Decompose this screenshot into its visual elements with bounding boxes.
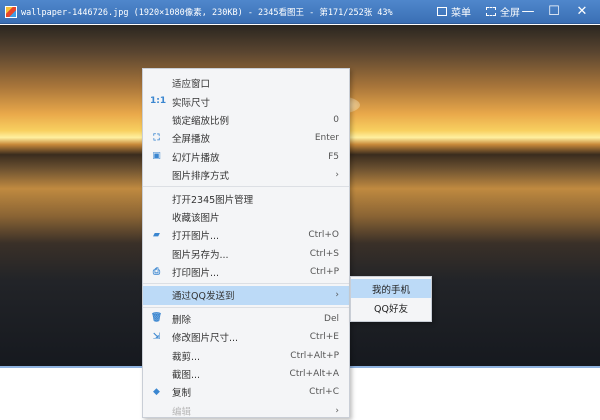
menu-item-shortcut: Ctrl+S [309, 248, 339, 259]
menu-item[interactable]: 收藏该图片 [143, 208, 349, 226]
menu-label: 菜单 [451, 8, 471, 19]
menu-icon [437, 7, 447, 16]
menu-item-label: 图片排序方式 [172, 171, 230, 183]
menu-item[interactable]: 通过QQ发送到 › [143, 286, 349, 305]
menu-item-label: 全屏播放 [172, 134, 211, 146]
menu-item[interactable]: 打开2345图片管理 [143, 189, 349, 207]
submenu-item-qq-friend[interactable]: QQ好友 [351, 298, 431, 317]
qq-submenu: 我的手机 QQ好友 [350, 276, 432, 322]
menu-item-shortcut: Ctrl+P [310, 267, 339, 278]
menu-item[interactable]: ▣ 幻灯片播放 F5 [143, 148, 349, 166]
menu-item-shortcut: › [335, 170, 339, 181]
menu-item-label: 实际尺寸 [172, 97, 211, 109]
menu-item[interactable]: 适应窗口 [143, 74, 349, 92]
window-title: wallpaper-1446726.jpg (1920×1080像素, 230K… [21, 7, 393, 18]
menu-item-label: 截图... [172, 370, 201, 382]
menu-item-shortcut: › [335, 405, 339, 416]
menu-item-icon: 🗑 [150, 313, 163, 324]
context-menu: 适应窗口 1:1 实际尺寸锁定缩放比例 0 ⛶ 全屏播放 Enter ▣ 幻灯片播放 F5 图片排序… [142, 68, 350, 418]
menu-item[interactable]: ◆ 复制 Ctrl+C [143, 383, 349, 401]
menu-item-shortcut: › [335, 290, 339, 301]
menu-item-shortcut: 0 [333, 114, 339, 125]
menu-item-label: 幻灯片播放 [172, 152, 220, 164]
menu-item-shortcut: Ctrl+E [309, 332, 339, 343]
menu-item-label: 打开图片... [172, 231, 220, 243]
menu-item-label: 适应窗口 [172, 79, 211, 91]
menu-item-shortcut: Ctrl+O [308, 230, 339, 241]
menu-separator [143, 186, 349, 188]
fullscreen-icon [486, 7, 496, 16]
menu-item[interactable]: 🗑 删除 Del [143, 310, 349, 328]
app-icon [5, 5, 17, 18]
menu-item-shortcut: Ctrl+Alt+P [290, 350, 339, 361]
menu-item-label: 编辑 [172, 406, 192, 418]
menu-item-label: 裁剪... [172, 351, 201, 363]
fullscreen-button[interactable]: 全屏 [486, 4, 520, 19]
menu-item-icon: 1:1 [150, 96, 167, 107]
menu-item[interactable]: 编辑 › [143, 402, 349, 420]
menu-item-shortcut: Ctrl+Alt+A [289, 369, 339, 380]
menu-item[interactable]: ⎙ 打印图片... Ctrl+P [143, 263, 349, 281]
menu-item[interactable]: ▰ 打开图片... Ctrl+O [143, 226, 349, 244]
close-button[interactable]: ✕ [572, 3, 592, 21]
menu-item[interactable]: 锁定缩放比例 0 [143, 111, 349, 129]
menu-item-label: 锁定缩放比例 [172, 115, 230, 127]
menu-item[interactable]: 截图... Ctrl+Alt+A [143, 365, 349, 383]
menu-separator [143, 283, 349, 285]
menu-item-icon: ▣ [152, 151, 161, 162]
maximize-button[interactable]: ☐ [544, 3, 564, 21]
menu-item-label: 打开2345图片管理 [172, 194, 254, 206]
menu-item[interactable]: ⛶ 全屏播放 Enter [143, 129, 349, 147]
menu-item-label: 删除 [172, 314, 192, 326]
menu-item-icon: ▰ [153, 229, 160, 240]
menu-item-shortcut: Enter [314, 133, 339, 144]
menu-item-icon: ⇲ [152, 331, 161, 342]
menu-item[interactable]: 图片另存为... Ctrl+S [143, 245, 349, 263]
menu-item[interactable]: 裁剪... Ctrl+Alt+P [143, 346, 349, 364]
title-bar: wallpaper-1446726.jpg (1920×1080像素, 230K… [0, 0, 600, 24]
menu-item-shortcut: Ctrl+C [309, 387, 339, 398]
menu-item-label: 图片另存为... [172, 249, 229, 261]
menu-item-icon: ⎙ [152, 266, 161, 277]
menu-item-icon: ⛶ [153, 132, 160, 143]
menu-item-label: 打印图片... [172, 268, 220, 280]
submenu-item-my-phone[interactable]: 我的手机 [351, 279, 431, 298]
minimize-button[interactable]: — [518, 3, 538, 21]
menu-item-label: 通过QQ发送到 [172, 291, 235, 303]
menu-item-label: 修改图片尺寸... [172, 333, 239, 345]
menu-item-icon: ◆ [153, 386, 160, 397]
menu-item-shortcut: F5 [328, 151, 339, 162]
menu-button[interactable]: 菜单 [437, 4, 471, 19]
menu-item-label: 收藏该图片 [172, 212, 220, 224]
menu-separator [143, 306, 349, 308]
menu-item-shortcut: Del [324, 313, 339, 324]
menu-item[interactable]: ⇲ 修改图片尺寸... Ctrl+E [143, 328, 349, 346]
menu-item-label: 复制 [172, 388, 192, 400]
menu-item[interactable]: 图片排序方式 › [143, 166, 349, 184]
fullscreen-label: 全屏 [500, 8, 520, 19]
menu-item[interactable]: 1:1 实际尺寸 [143, 92, 349, 110]
